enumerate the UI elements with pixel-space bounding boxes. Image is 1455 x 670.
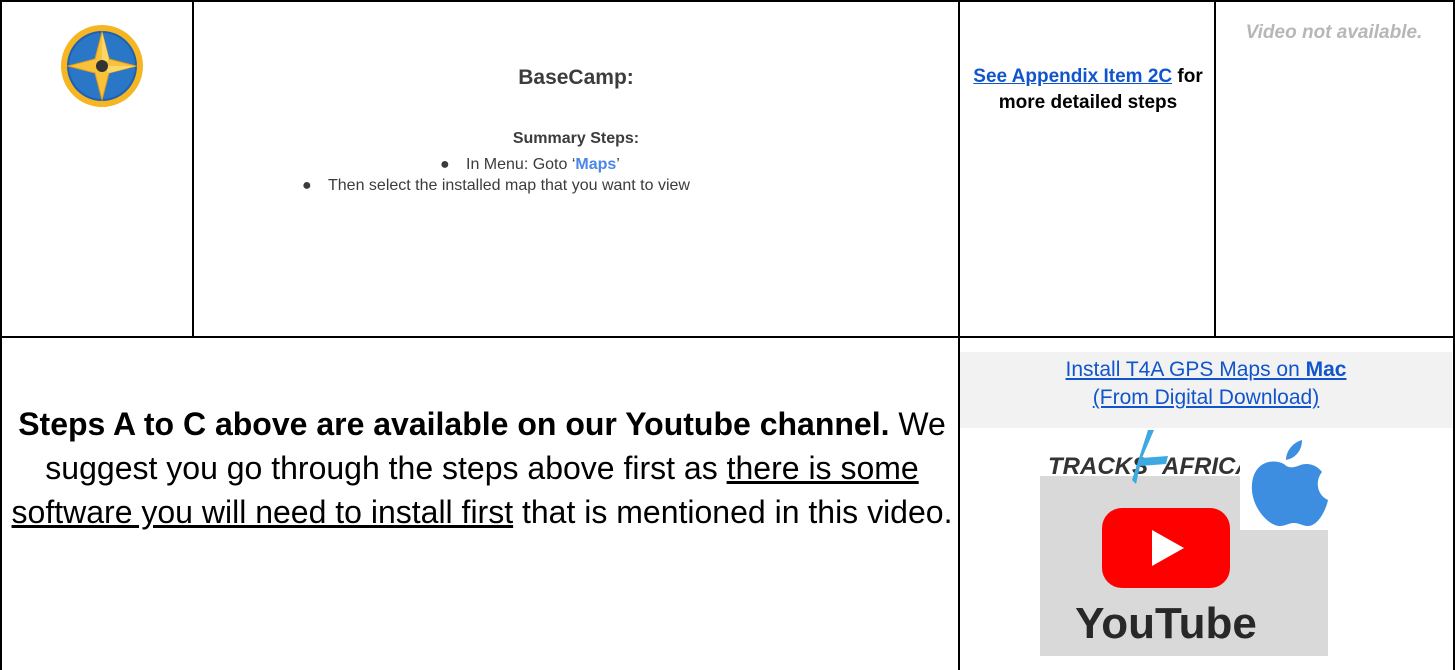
col-divider-2 [958, 0, 960, 670]
video-link-box: Install T4A GPS Maps on Mac (From Digital… [960, 352, 1452, 428]
appendix-link[interactable]: See Appendix Item 2C [973, 66, 1172, 87]
brand-left-text: TRACKS [1048, 453, 1148, 480]
bullet-icon: ● [440, 156, 450, 173]
row-divider [0, 336, 1455, 338]
bullet-icon: ● [302, 177, 312, 194]
video-thumbnail[interactable]: TRACKS AFRICA YouTube [1040, 428, 1328, 656]
summary-step-2: ● Then select the installed map that you … [302, 177, 690, 194]
table-border-top [0, 0, 1455, 2]
col-divider-1 [192, 0, 194, 337]
basecamp-compass-icon [60, 24, 144, 108]
youtube-note: Steps A to C above are available on our … [11, 406, 953, 530]
appendix-reference: See Appendix Item 2C for more detailed s… [973, 66, 1203, 113]
maps-menu-label: Maps [575, 156, 617, 173]
summary-heading: Summary Steps: [512, 130, 640, 147]
table-border-left [0, 0, 2, 670]
col-divider-3 [1214, 0, 1216, 337]
section-title: BaseCamp: [518, 66, 634, 89]
video-link[interactable]: Install T4A GPS Maps on Mac (From Digital… [1066, 358, 1347, 409]
apple-logo-icon [1240, 440, 1328, 530]
youtube-play-icon [1102, 508, 1230, 588]
video-status: Video not available. [1245, 22, 1423, 43]
youtube-wordmark: YouTube [1075, 599, 1257, 648]
brand-right-text: AFRICA [1161, 453, 1253, 480]
summary-step-1: ● In Menu: Goto ‘Maps’ [440, 156, 620, 173]
